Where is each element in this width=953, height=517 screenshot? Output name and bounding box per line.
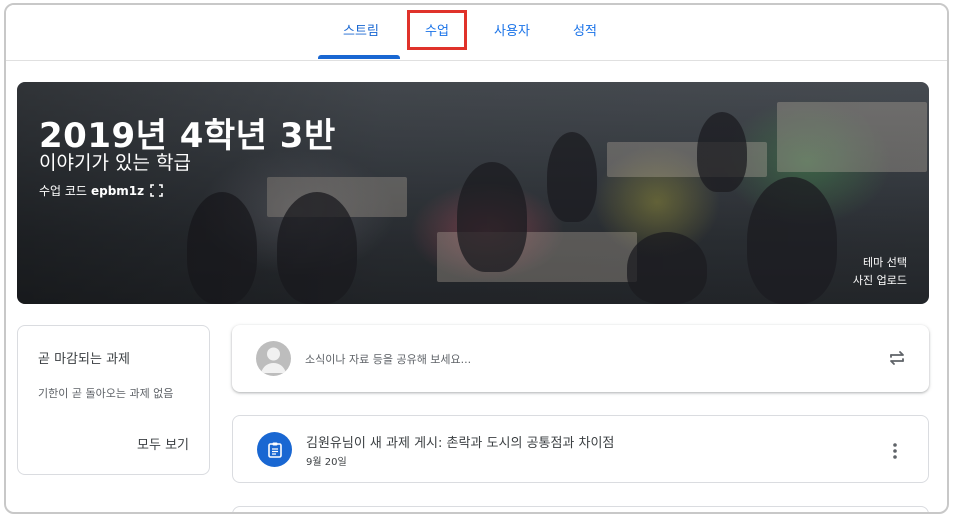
class-subtitle: 이야기가 있는 학급	[39, 152, 191, 174]
tab-stream[interactable]: 스트림	[336, 21, 386, 43]
post-card-partial[interactable]	[232, 506, 929, 512]
upcoming-title: 곧 마감되는 과제	[38, 352, 130, 367]
tab-people[interactable]: 사용자	[484, 21, 540, 43]
assignment-badge	[257, 432, 292, 467]
avatar	[256, 341, 291, 376]
classwork-highlight-box	[407, 10, 467, 50]
class-code: 수업 코드 epbm1z	[39, 182, 163, 199]
select-theme-link[interactable]: 테마 선택	[863, 254, 907, 270]
class-code-label: 수업 코드	[39, 184, 87, 198]
share-box[interactable]: 소식이나 자료 등을 공유해 보세요...	[232, 325, 929, 392]
repost-icon[interactable]	[887, 348, 907, 368]
more-options-icon[interactable]	[888, 440, 902, 462]
class-banner: 2019년 4학년 3반 이야기가 있는 학급 수업 코드 epbm1z 테마 …	[17, 82, 929, 304]
fullscreen-icon[interactable]	[150, 184, 163, 197]
share-placeholder[interactable]: 소식이나 자료 등을 공유해 보세요...	[305, 351, 471, 367]
upload-photo-link[interactable]: 사진 업로드	[853, 272, 907, 288]
classroom-window: 스트림 수업 사용자 성적 2019년 4학년 3반 이야기가 있는 학급 수업…	[4, 3, 949, 514]
active-tab-indicator	[318, 55, 400, 59]
upcoming-card: 곧 마감되는 과제 기한이 곧 돌아오는 과제 없음 모두 보기	[17, 325, 210, 475]
class-code-value: epbm1z	[90, 183, 145, 198]
post-date: 9월 20일	[306, 457, 347, 468]
post-title[interactable]: 김원유님이 새 과제 게시: 촌락과 도시의 공통점과 차이점	[306, 432, 614, 451]
user-avatar-icon	[261, 347, 286, 373]
tab-grades[interactable]: 성적	[562, 21, 608, 43]
view-all-link[interactable]: 모두 보기	[137, 434, 189, 453]
top-tab-bar: 스트림 수업 사용자 성적	[6, 5, 947, 61]
upcoming-description: 기한이 곧 돌아오는 과제 없음	[38, 387, 174, 400]
assignment-icon	[267, 442, 282, 458]
post-card[interactable]: 김원유님이 새 과제 게시: 촌락과 도시의 공통점과 차이점 9월 20일	[232, 415, 929, 483]
